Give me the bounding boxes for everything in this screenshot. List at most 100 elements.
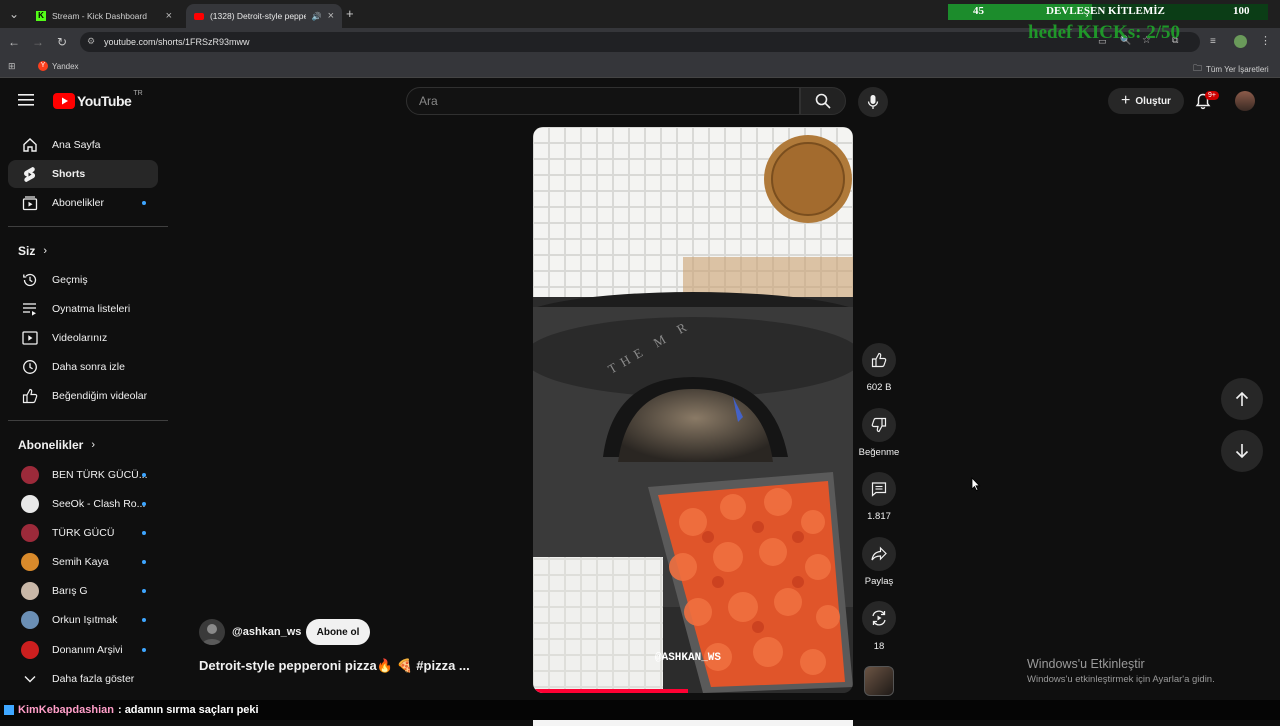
comments-button[interactable] xyxy=(862,472,896,506)
shorts-video-player[interactable]: THE M R @ASHKAN_WS xyxy=(533,127,853,693)
youtube-play-icon xyxy=(53,93,75,109)
history-icon xyxy=(8,272,52,288)
dislike-button[interactable] xyxy=(862,408,896,442)
tab-search-icon[interactable]: ⌄ xyxy=(2,2,26,26)
voice-search-button[interactable] xyxy=(858,87,888,117)
sidebar-divider xyxy=(8,420,168,421)
menu-icon[interactable]: ⋮ xyxy=(1260,34,1271,47)
sidebar-item-label: Donanım Arşivi xyxy=(52,644,123,656)
sidebar-item-label: Daha sonra izle xyxy=(52,361,125,373)
profile-avatar[interactable] xyxy=(1234,35,1247,48)
channel-avatar xyxy=(21,641,39,659)
sidebar-item-shorts[interactable]: Shorts xyxy=(8,160,158,188)
apps-grid-icon[interactable]: ⊞ xyxy=(8,61,16,72)
media-controls-icon[interactable]: ≡ xyxy=(1210,36,1216,47)
sidebar-item-label: Videolarınız xyxy=(52,332,108,344)
sidebar-sub-donanim-arsivi[interactable]: Donanım Arşivi xyxy=(8,636,158,664)
new-content-dot xyxy=(142,560,146,564)
sidebar-item-label: Beğendiğim videolar xyxy=(52,390,148,402)
sidebar-item-watch-later[interactable]: Daha sonra izle xyxy=(8,353,158,381)
search-placeholder: Ara xyxy=(419,94,438,108)
sidebar-sub-semih-kaya[interactable]: Semih Kaya xyxy=(8,548,158,576)
youtube-logo[interactable]: YouTube TR xyxy=(53,90,143,109)
tab-kick-dashboard[interactable]: K Stream - Kick Dashboard × xyxy=(28,4,180,28)
tab-title: Stream - Kick Dashboard xyxy=(52,11,147,21)
sidebar-item-liked-videos[interactable]: Beğendiğim videolar xyxy=(8,382,158,410)
logo-text: YouTube xyxy=(77,93,132,109)
account-avatar[interactable] xyxy=(1235,91,1255,111)
mouse-cursor-icon xyxy=(971,477,981,496)
all-bookmarks-label: Tüm Yer İşaretleri xyxy=(1206,64,1269,74)
kick-favicon-icon: K xyxy=(36,11,46,21)
sidebar-item-home[interactable]: Ana Sayfa xyxy=(8,131,158,159)
sidebar-show-more[interactable]: Daha fazla göster xyxy=(8,665,158,693)
channel-avatar[interactable] xyxy=(199,619,225,645)
search-button[interactable] xyxy=(800,87,846,115)
sidebar-item-label: Oynatma listeleri xyxy=(52,303,131,315)
channel-avatar xyxy=(21,553,39,571)
search-icon xyxy=(815,93,831,109)
next-video-button[interactable] xyxy=(1221,430,1263,472)
remix-button[interactable] xyxy=(862,601,896,635)
folder-icon: 🗀 xyxy=(1193,63,1203,73)
thumbs-up-icon xyxy=(8,388,52,404)
create-button[interactable]: + Oluştur xyxy=(1108,88,1184,114)
chevron-right-icon: › xyxy=(43,245,48,257)
sidebar-item-your-videos[interactable]: Videolarınız xyxy=(8,324,158,352)
share-icon xyxy=(871,546,887,561)
audio-icon[interactable]: 🔊 xyxy=(312,12,322,21)
hamburger-menu-icon[interactable] xyxy=(18,93,34,112)
sidebar-sub-orkun-isitmak[interactable]: Orkun Işıtmak xyxy=(8,606,158,634)
dislike-label: Beğenme xyxy=(858,447,900,458)
new-content-dot xyxy=(142,201,146,205)
sidebar-item-label: Abonelikler xyxy=(52,197,104,209)
sidebar-item-subscriptions[interactable]: Abonelikler xyxy=(8,189,158,217)
previous-video-button[interactable] xyxy=(1221,378,1263,420)
comment-icon xyxy=(871,482,887,497)
video-title[interactable]: Detroit-style pepperoni pizza🔥 🍕 #pizza … xyxy=(199,658,470,674)
reload-icon[interactable]: ↻ xyxy=(50,30,74,54)
video-watermark: @ASHKAN_WS xyxy=(655,652,722,664)
overlay-title: DEVLEŞEN KİTLEMİZ xyxy=(1046,5,1165,17)
arrow-up-icon xyxy=(1235,391,1249,406)
audio-thumbnail[interactable] xyxy=(864,666,894,696)
remix-icon xyxy=(872,610,886,626)
sidebar-item-label: Geçmiş xyxy=(52,274,88,286)
create-label: Oluştur xyxy=(1135,95,1171,107)
channel-avatar xyxy=(21,466,39,484)
sidebar-sub-ben-turk-gucu[interactable]: BEN TÜRK GÜCÜ... xyxy=(8,461,158,489)
comment-count: 1.817 xyxy=(867,511,891,522)
sidebar-item-label: TÜRK GÜCÜ xyxy=(52,527,115,539)
tab-youtube-short[interactable]: (1328) Detroit-style pepper 🔊 × xyxy=(186,4,342,28)
close-tab-icon[interactable]: × xyxy=(166,10,172,22)
shorts-icon xyxy=(8,166,52,183)
forward-icon[interactable]: → xyxy=(26,30,50,54)
close-tab-icon[interactable]: × xyxy=(328,10,334,22)
sidebar-you-heading[interactable]: Siz › xyxy=(18,244,47,258)
arrow-down-icon xyxy=(1235,444,1249,459)
subscribe-button[interactable]: Abone ol xyxy=(306,619,370,645)
chat-message: : adamın sırma saçları peki xyxy=(117,704,259,716)
bookmark-yandex[interactable]: Y Yandex xyxy=(38,61,79,71)
sidebar-item-label: Ana Sayfa xyxy=(52,139,101,151)
all-bookmarks[interactable]: 🗀 Tüm Yer İşaretleri xyxy=(1193,61,1269,77)
channel-handle[interactable]: @ashkan_ws xyxy=(232,626,301,638)
sidebar-subscriptions-heading[interactable]: Abonelikler › xyxy=(18,438,95,452)
sidebar-sub-seeok[interactable]: SeeOk - Clash Ro... xyxy=(8,490,158,518)
new-tab-button[interactable]: + xyxy=(346,6,354,21)
sidebar-item-playlists[interactable]: Oynatma listeleri xyxy=(8,295,158,323)
back-icon[interactable]: ← xyxy=(2,30,26,54)
new-content-dot xyxy=(142,618,146,622)
like-button[interactable] xyxy=(862,343,896,377)
microphone-icon xyxy=(867,95,879,109)
new-content-dot xyxy=(142,473,146,477)
share-button[interactable] xyxy=(862,537,896,571)
search-input[interactable]: Ara xyxy=(406,87,800,115)
sidebar-sub-turk-gucu[interactable]: TÜRK GÜCÜ xyxy=(8,519,158,547)
video-frame xyxy=(533,127,853,693)
new-content-dot xyxy=(142,589,146,593)
site-info-icon[interactable]: ⚙ xyxy=(87,36,95,47)
sidebar-sub-baris-g[interactable]: Barış G xyxy=(8,577,158,605)
region-code: TR xyxy=(133,90,143,97)
sidebar-item-history[interactable]: Geçmiş xyxy=(8,266,158,294)
